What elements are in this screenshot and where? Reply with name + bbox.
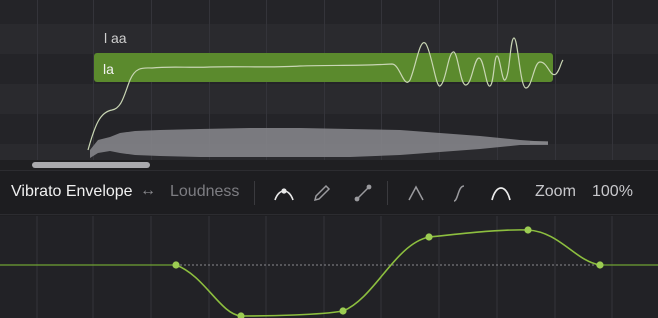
zoom-label: Zoom	[535, 183, 576, 200]
sharp-peak-shape-icon[interactable]	[403, 180, 429, 206]
envelope-control-point	[339, 307, 347, 315]
envelope-control-point	[237, 312, 245, 318]
envelope-control-point	[596, 261, 604, 269]
point-select-tool-icon[interactable]	[271, 180, 297, 206]
pencil-tool-icon[interactable]	[308, 180, 334, 206]
toolbar-divider	[387, 181, 388, 205]
envelope-graph[interactable]	[0, 216, 658, 318]
line-tool-icon[interactable]	[350, 180, 376, 206]
audio-waveform	[90, 128, 548, 158]
secondary-parameter-selector[interactable]: Loudness	[170, 183, 239, 201]
horizontal-scrollbar[interactable]	[32, 162, 150, 168]
s-curve-shape-icon[interactable]	[446, 180, 472, 206]
envelope-control-point	[172, 261, 180, 269]
smooth-peak-shape-icon[interactable]	[488, 180, 514, 206]
envelope-curve	[175, 229, 601, 317]
envelope-control-point	[524, 226, 532, 234]
envelope-control-point	[425, 233, 433, 241]
toolbar-divider	[254, 181, 255, 205]
vibrato-envelope-editor[interactable]	[0, 216, 658, 318]
waveform-and-pitch-overlay	[87, 37, 564, 158]
primary-parameter-selector[interactable]: Vibrato Envelope	[11, 183, 133, 201]
swap-parameters-icon[interactable]: ↔	[140, 182, 156, 200]
note-lyric: la	[103, 61, 114, 77]
zoom-value[interactable]: 100%	[592, 183, 633, 201]
note-lyric-previous: l aa	[104, 30, 127, 46]
